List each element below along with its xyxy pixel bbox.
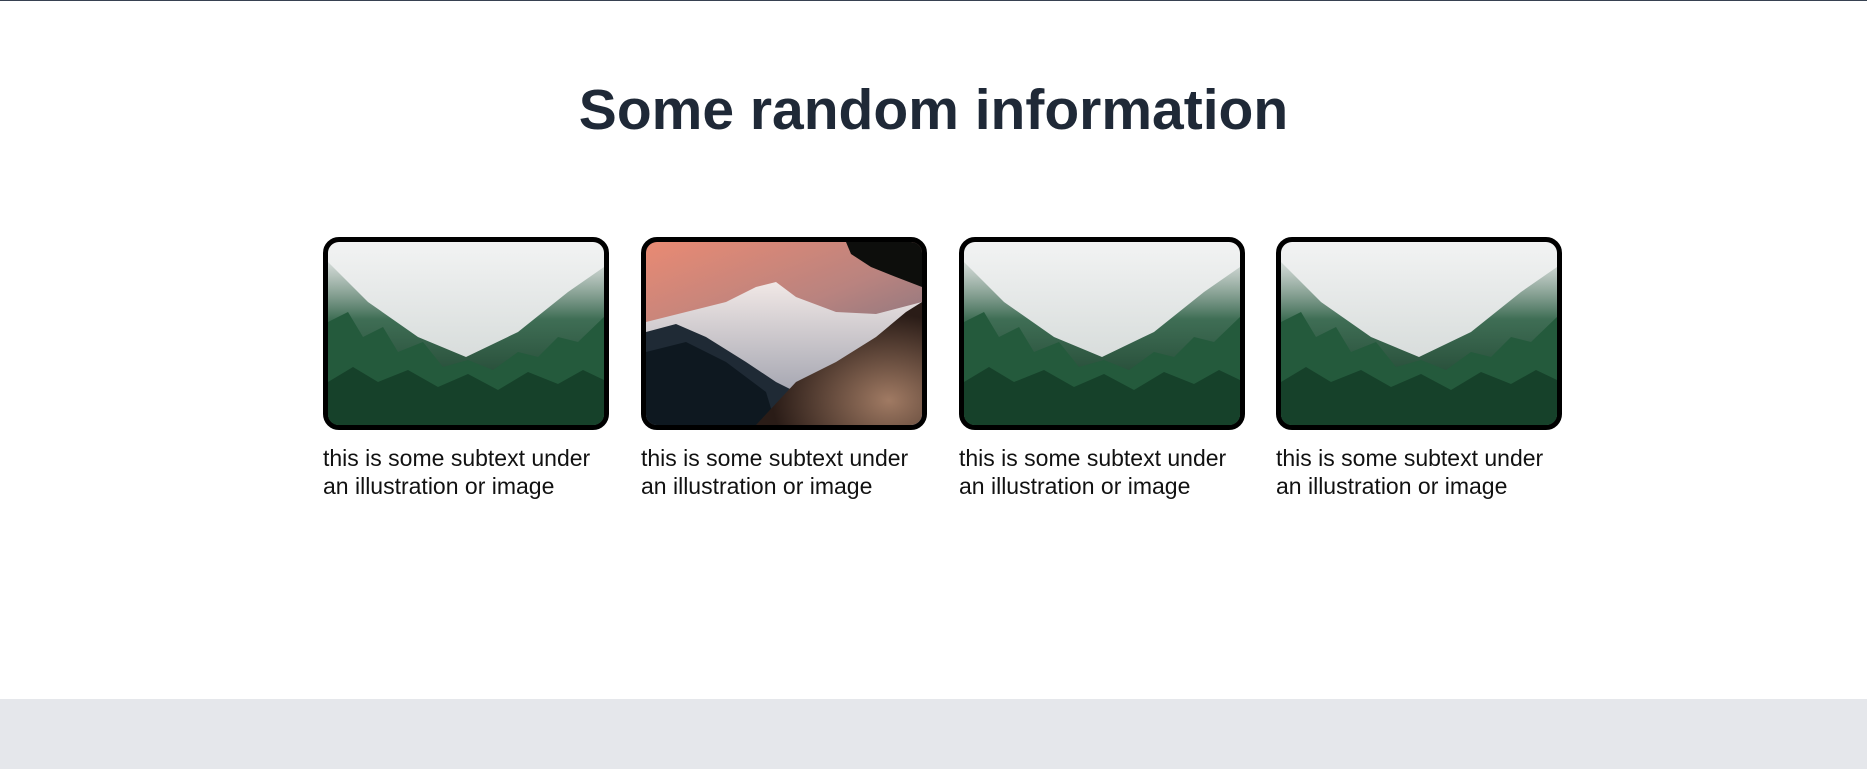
footer-band [0, 699, 1867, 769]
card-caption: this is some subtext under an illustrati… [1276, 445, 1544, 499]
info-card: this is some subtext under an illustrati… [959, 237, 1245, 500]
card-caption: this is some subtext under an illustrati… [959, 445, 1227, 499]
card-caption: this is some subtext under an illustrati… [323, 445, 591, 499]
card-caption: this is some subtext under an illustrati… [641, 445, 909, 499]
section-heading: Some random information [578, 78, 1289, 142]
misty-forest-image [959, 237, 1245, 430]
info-card: this is some subtext under an illustrati… [641, 237, 927, 500]
info-section: Some random information this is some sub… [0, 1, 1867, 699]
misty-forest-image [1276, 237, 1562, 430]
info-card: this is some subtext under an illustrati… [323, 237, 609, 500]
misty-forest-image [323, 237, 609, 430]
info-card: this is some subtext under an illustrati… [1276, 237, 1562, 500]
mountain-sunset-image [641, 237, 927, 430]
